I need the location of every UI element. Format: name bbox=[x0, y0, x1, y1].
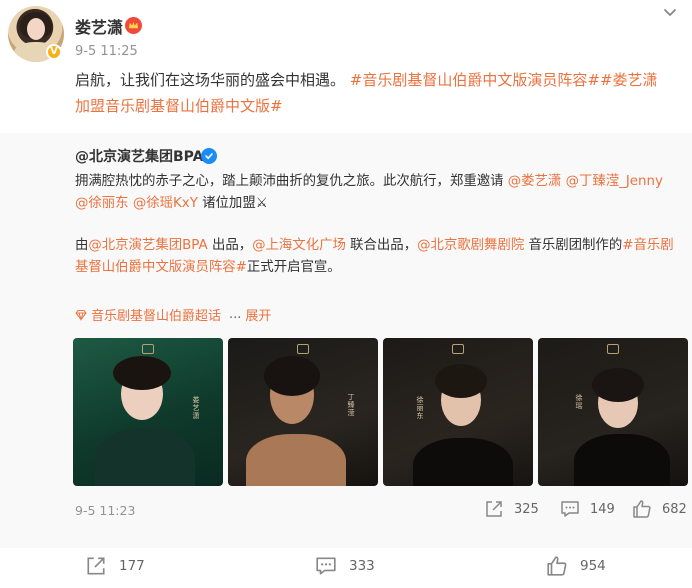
retweet-repost-button[interactable]: 325 bbox=[484, 499, 539, 519]
supertopic-row: 音乐剧基督山伯爵超话 ... 展开 bbox=[75, 305, 271, 324]
ellipsis: ... bbox=[229, 307, 242, 322]
retweet-block[interactable]: @北京演艺集团BPA 拥满腔热忱的赤子之心，踏上颠沛曲折的复仇之旅。此次航行，郑… bbox=[0, 133, 692, 548]
mention-link[interactable]: @上海文化广场 bbox=[252, 238, 346, 253]
retweet-time[interactable]: 9-5 11:23 bbox=[75, 503, 135, 518]
photo-grid: 娄艺潇 丁臻滢 徐丽东 徐瑶 bbox=[73, 338, 688, 486]
repost-icon bbox=[486, 501, 502, 517]
like-button[interactable]: 954 bbox=[546, 555, 606, 577]
retweet-paragraph-2: 由@北京演艺集团BPA 出品，@上海文化广场 联合出品，@北京歌剧舞剧院 音乐剧… bbox=[75, 235, 680, 279]
mention-link[interactable]: @北京歌剧舞剧院 bbox=[417, 238, 524, 253]
hashtag-link[interactable]: #娄艺潇 bbox=[600, 71, 658, 89]
mention-link[interactable]: @娄艺潇 bbox=[508, 174, 562, 189]
verified-icon: V bbox=[46, 44, 62, 60]
photo-caption: 娄艺潇 bbox=[192, 396, 200, 420]
text-span: 正式开启官宣。 bbox=[246, 260, 341, 275]
post-text: 启航，让我们在这场华丽的盛会中相遇。 #音乐剧基督山伯爵中文版演员阵容##娄艺潇… bbox=[75, 67, 680, 119]
photo-caption: 徐丽东 bbox=[416, 396, 424, 420]
text-span: 由 bbox=[75, 238, 89, 253]
photo-thumbnail[interactable]: 徐丽东 bbox=[383, 338, 533, 486]
comment-count: 333 bbox=[349, 558, 375, 574]
post-time[interactable]: 9-5 11:25 bbox=[75, 44, 138, 59]
mention-link[interactable]: @徐瑶KxY bbox=[133, 196, 198, 211]
supertopic-icon bbox=[75, 309, 87, 321]
expand-link[interactable]: 展开 bbox=[245, 305, 271, 324]
retweet-text: 拥满腔热忱的赤子之心，踏上颠沛曲折的复仇之旅。此次航行，郑重邀请 @娄艺潇 @丁… bbox=[75, 171, 680, 215]
text-span: 联合出品， bbox=[345, 238, 418, 253]
retweet-like-count: 682 bbox=[662, 501, 687, 517]
repost-icon bbox=[87, 557, 105, 575]
text-span: 音乐剧团制作的 bbox=[524, 238, 623, 253]
photo-thumbnail[interactable]: 徐瑶 bbox=[538, 338, 688, 486]
username[interactable]: 娄艺潇 bbox=[75, 14, 123, 38]
text-span: 出品， bbox=[207, 238, 253, 253]
repost-button[interactable]: 177 bbox=[85, 555, 145, 577]
repost-count: 177 bbox=[119, 558, 145, 574]
mention-link[interactable]: @徐丽东 bbox=[75, 196, 129, 211]
retweet-comment-count: 149 bbox=[590, 501, 615, 517]
vip-crown-icon[interactable] bbox=[125, 17, 142, 34]
verified-icon bbox=[201, 148, 217, 164]
retweet-line1: 拥满腔热忱的赤子之心，踏上颠沛曲折的复仇之旅。此次航行，郑重邀请 bbox=[75, 174, 508, 189]
mention-link[interactable]: @丁臻滢_Jenny bbox=[566, 174, 663, 189]
chevron-down-icon[interactable] bbox=[662, 4, 678, 20]
retweet-comment-button[interactable]: 149 bbox=[560, 499, 615, 519]
mention-link[interactable]: @北京演艺集团BPA bbox=[88, 238, 207, 253]
retweet-line2-suffix: 诸位加盟⚔ bbox=[197, 196, 268, 211]
retweet-repost-count: 325 bbox=[514, 501, 539, 517]
photo-caption: 丁臻滢 bbox=[347, 393, 355, 417]
comment-button[interactable]: 333 bbox=[315, 555, 375, 577]
like-count: 954 bbox=[580, 558, 606, 574]
photo-thumbnail[interactable]: 娄艺潇 bbox=[73, 338, 223, 486]
photo-thumbnail[interactable]: 丁臻滢 bbox=[228, 338, 378, 486]
photo-caption: 徐瑶 bbox=[575, 394, 583, 410]
hashtag-link[interactable]: #音乐剧基督山伯爵中文版演员阵容# bbox=[350, 71, 600, 89]
hashtag-link[interactable]: 加盟音乐剧基督山伯爵中文版# bbox=[75, 97, 283, 115]
supertopic-link[interactable]: 音乐剧基督山伯爵超话 bbox=[91, 305, 221, 324]
comment-icon bbox=[316, 557, 336, 575]
like-icon bbox=[633, 500, 651, 518]
like-icon bbox=[547, 556, 567, 576]
comment-icon bbox=[561, 501, 579, 517]
retweet-author[interactable]: @北京演艺集团BPA bbox=[75, 146, 203, 166]
weibo-post-card: V 娄艺潇 9-5 11:25 启航，让我们在这场华丽的盛会中相遇。 #音乐剧基… bbox=[0, 0, 692, 588]
retweet-like-button[interactable]: 682 bbox=[632, 499, 687, 519]
post-text-intro: 启航，让我们在这场华丽的盛会中相遇。 bbox=[75, 71, 346, 89]
